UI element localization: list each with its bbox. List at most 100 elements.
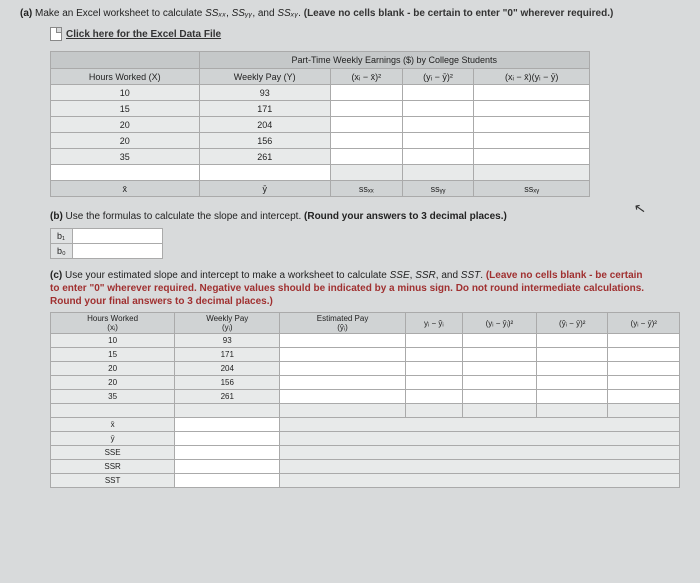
tc-inp[interactable] [405, 376, 462, 390]
ta-s1: x̄ [51, 181, 200, 197]
tc-s2: ȳ [51, 432, 175, 446]
pb-bold: (Round your answers to 3 decimal places.… [304, 211, 507, 222]
ta-inp[interactable] [402, 101, 474, 117]
tc-x: 20 [51, 376, 175, 390]
b0-input[interactable] [72, 244, 162, 259]
tc-inp[interactable] [280, 362, 405, 376]
ta-x: 35 [51, 149, 200, 165]
ta-x: 20 [51, 117, 200, 133]
ta-inp[interactable] [402, 133, 474, 149]
tc-inp[interactable] [280, 376, 405, 390]
ta-y: 171 [199, 101, 330, 117]
tc-y: 261 [175, 390, 280, 404]
ta-h2: Weekly Pay (Y) [199, 69, 330, 85]
tc-x: 35 [51, 390, 175, 404]
pa-t1: Make an Excel worksheet to calculate [35, 8, 205, 19]
tc-inp[interactable] [608, 376, 680, 390]
ta-inp[interactable] [51, 165, 200, 181]
tc-inp[interactable] [608, 390, 680, 404]
tc-s4: SSR [51, 460, 175, 474]
ta-h4: (yᵢ − ȳ)² [402, 69, 474, 85]
tc-inp[interactable] [280, 334, 405, 348]
tc-inp[interactable] [462, 376, 536, 390]
ta-inp[interactable] [474, 101, 590, 117]
part-c-prompt: (c) Use your estimated slope and interce… [50, 269, 650, 308]
ta-title: Part-Time Weekly Earnings ($) by College… [199, 52, 589, 69]
part-b-prompt: (b) Use the formulas to calculate the sl… [50, 211, 680, 222]
ta-inp[interactable] [199, 165, 330, 181]
tc-inp[interactable] [462, 334, 536, 348]
b0-label: b₀ [51, 244, 73, 259]
ta-inp[interactable] [402, 85, 474, 101]
tc-inp[interactable] [608, 362, 680, 376]
pa-c2: , and [252, 8, 277, 19]
ta-inp[interactable] [330, 117, 402, 133]
ta-inp[interactable] [474, 149, 590, 165]
pb-label: (b) [50, 211, 66, 222]
b1-input[interactable] [72, 229, 162, 244]
tc-inp[interactable] [405, 348, 462, 362]
ta-s4: ssᵧᵧ [402, 181, 474, 197]
table-row: 20156 [51, 133, 590, 149]
ta-sum-row: x̄ ȳ ssₓₓ ssᵧᵧ ssₓᵧ [51, 181, 590, 197]
pc-ssr: SSR [415, 270, 436, 281]
ta-inp[interactable] [474, 133, 590, 149]
tc-h3: Estimated Pay(ŷᵢ) [280, 313, 405, 334]
ta-inp[interactable] [474, 117, 590, 133]
tc-inp[interactable] [536, 390, 607, 404]
tc-inp[interactable] [462, 348, 536, 362]
pc-t1: Use your estimated slope and intercept t… [65, 270, 390, 281]
ta-inp[interactable] [330, 133, 402, 149]
table-row: 35261 [51, 149, 590, 165]
ta-inp[interactable] [474, 85, 590, 101]
b1-label: b₁ [51, 229, 73, 244]
tc-h5: (yᵢ − ŷᵢ)² [462, 313, 536, 334]
table-row-blank [51, 165, 590, 181]
mouse-cursor: ↖ [633, 199, 648, 218]
tc-inp[interactable] [536, 334, 607, 348]
ta-inp[interactable] [402, 117, 474, 133]
tc-inp[interactable] [175, 418, 280, 432]
tc-inp[interactable] [536, 362, 607, 376]
ta-x: 15 [51, 101, 200, 117]
tc-x: 10 [51, 334, 175, 348]
table-a: Part-Time Weekly Earnings ($) by College… [50, 51, 590, 197]
ta-x: 10 [51, 85, 200, 101]
tc-x: 15 [51, 348, 175, 362]
tc-inp[interactable] [536, 376, 607, 390]
tc-inp[interactable] [175, 474, 280, 488]
tc-x: 20 [51, 362, 175, 376]
pc-label: (c) [50, 270, 65, 281]
ta-h1: Hours Worked (X) [51, 69, 200, 85]
b1-row: b₁ [51, 229, 163, 244]
tc-inp[interactable] [405, 390, 462, 404]
tc-inp[interactable] [175, 460, 280, 474]
tc-ybar: ȳ [51, 432, 680, 446]
pb-text: Use the formulas to calculate the slope … [66, 211, 304, 222]
ta-inp[interactable] [330, 149, 402, 165]
tc-inp[interactable] [175, 446, 280, 460]
ta-y: 93 [199, 85, 330, 101]
tc-inp[interactable] [405, 334, 462, 348]
excel-data-link[interactable]: Click here for the Excel Data File [66, 29, 221, 40]
part-a-prompt: (a) Make an Excel worksheet to calculate… [20, 8, 680, 19]
tc-inp[interactable] [462, 362, 536, 376]
tc-inp[interactable] [280, 348, 405, 362]
ta-inp[interactable] [330, 101, 402, 117]
tc-inp[interactable] [175, 432, 280, 446]
tc-inp[interactable] [462, 390, 536, 404]
tc-inp[interactable] [280, 390, 405, 404]
ta-inp[interactable] [330, 85, 402, 101]
tc-inp[interactable] [405, 362, 462, 376]
tc-h7: (yᵢ − ȳ)² [608, 313, 680, 334]
tc-inp[interactable] [536, 348, 607, 362]
tc-inp[interactable] [608, 348, 680, 362]
tc-ssr: SSR [51, 460, 680, 474]
document-icon [50, 27, 62, 41]
ta-inp[interactable] [402, 149, 474, 165]
ta-y: 204 [199, 117, 330, 133]
tc-y: 204 [175, 362, 280, 376]
tc-inp[interactable] [608, 334, 680, 348]
tc-s5: SST [51, 474, 175, 488]
ta-h3: (xᵢ − x̄)² [330, 69, 402, 85]
